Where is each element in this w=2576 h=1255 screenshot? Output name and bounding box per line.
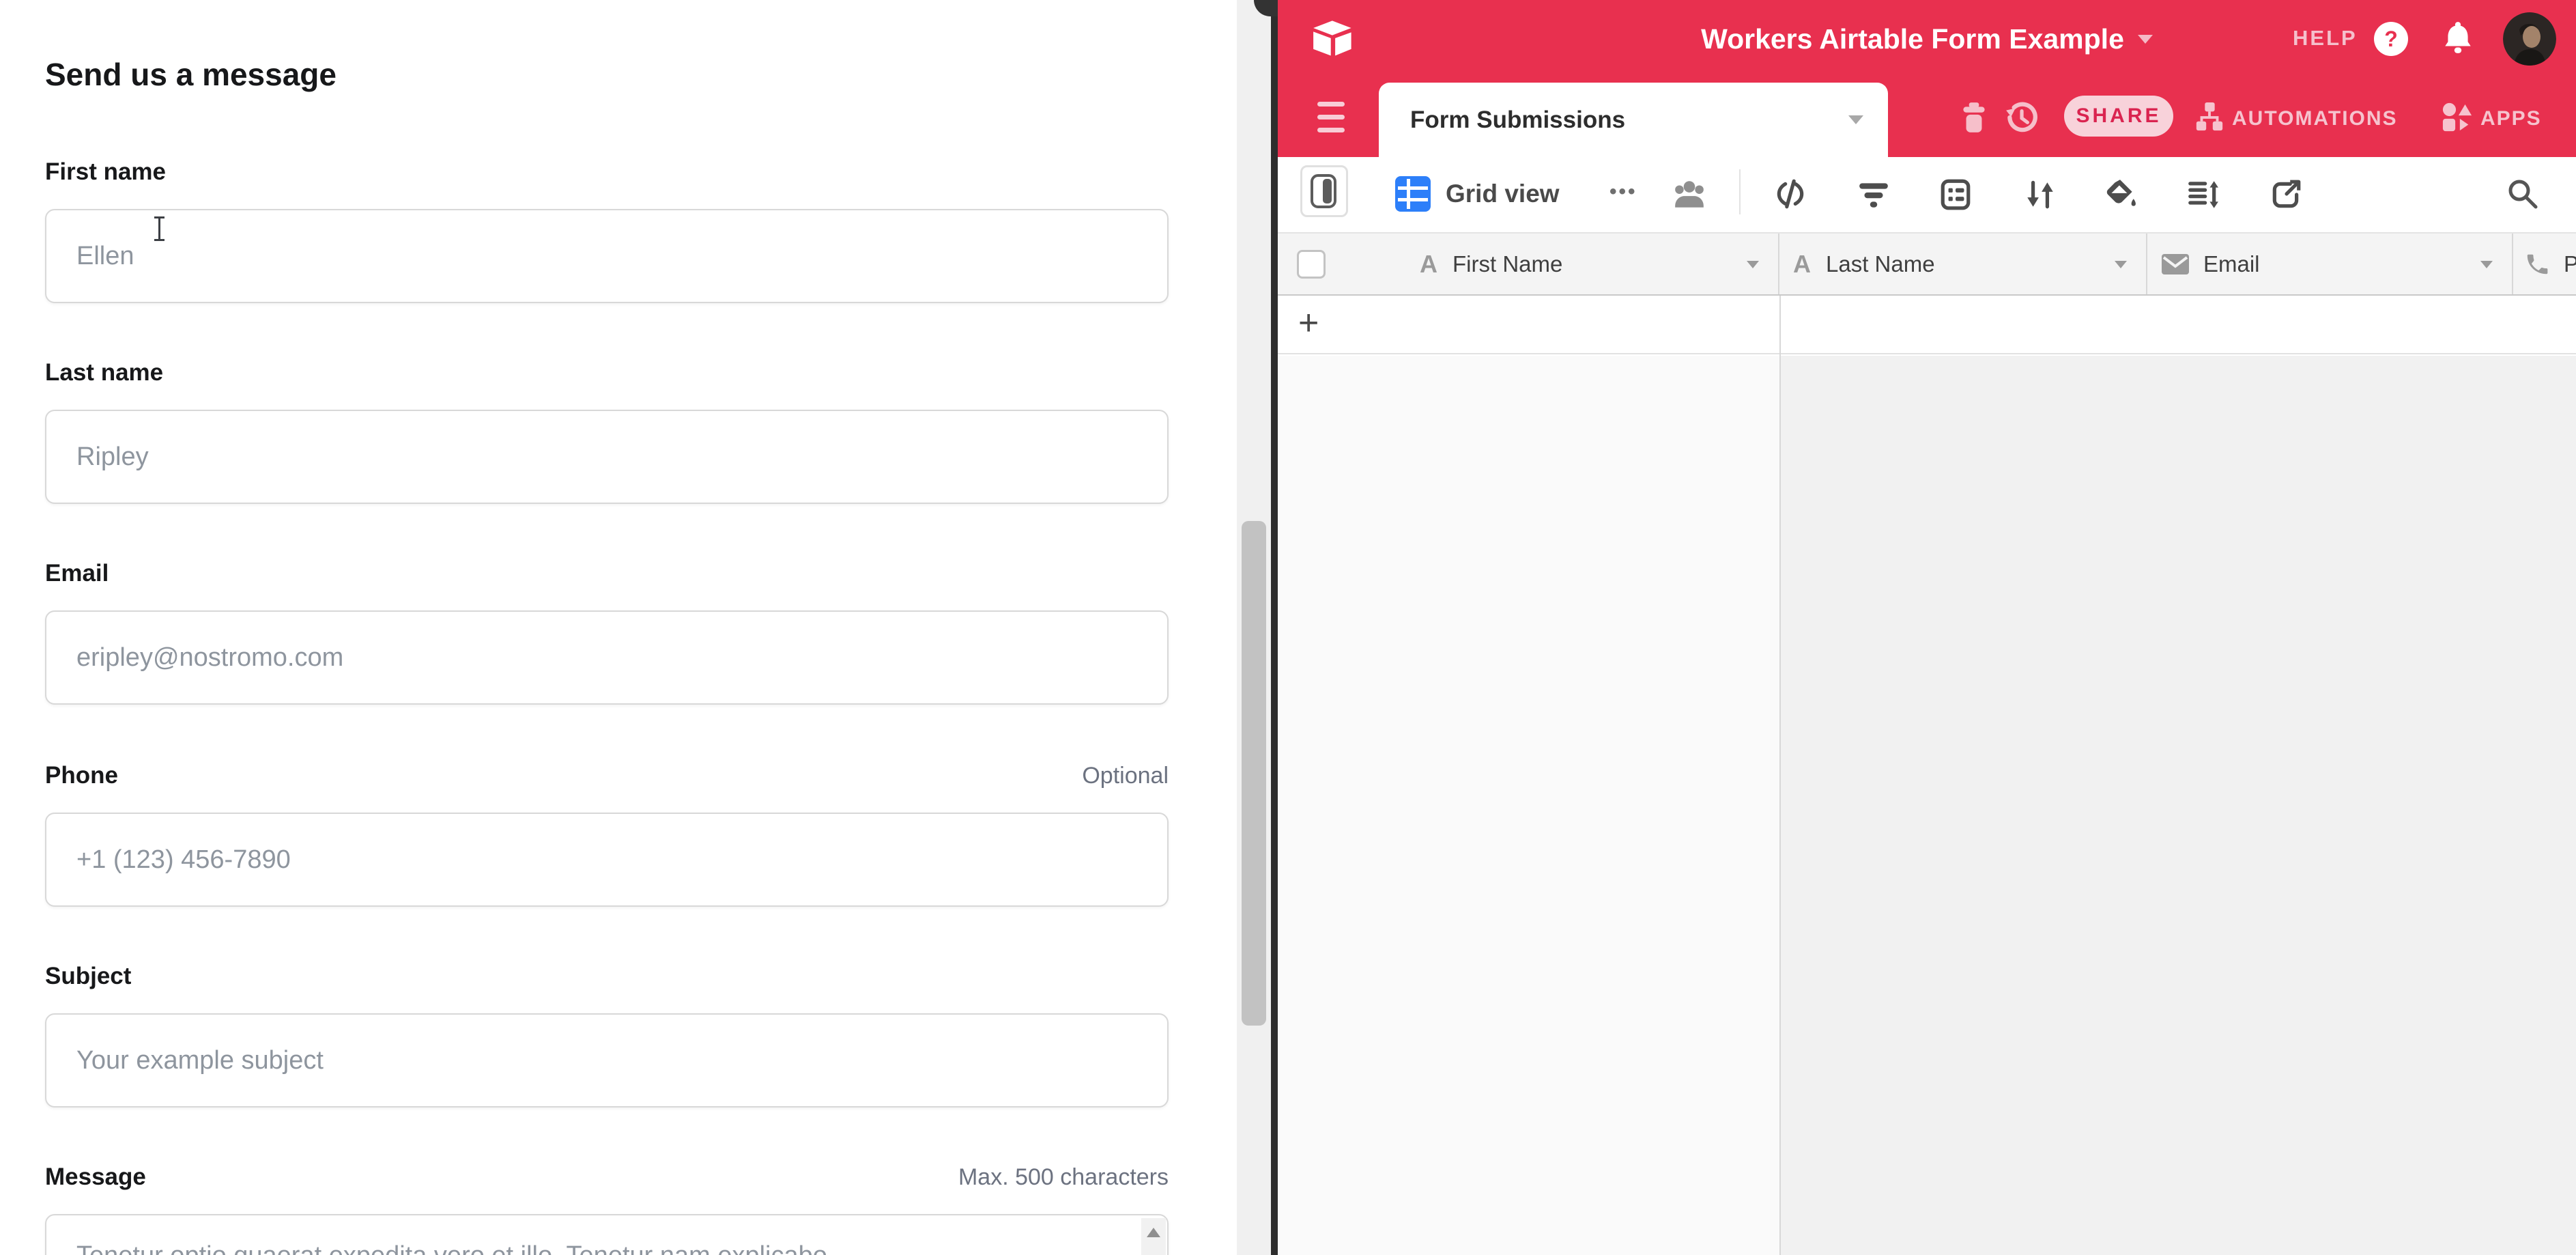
email-input[interactable] (45, 610, 1169, 705)
menu-hamburger-icon[interactable] (1317, 100, 1345, 135)
page-title: Send us a message (45, 56, 337, 93)
text-cursor-icon (152, 216, 167, 242)
collaborators-icon[interactable] (1672, 178, 1706, 212)
table-tab-form-submissions[interactable]: Form Submissions (1379, 83, 1888, 157)
field-group-subject: Subject (45, 963, 1169, 996)
first-name-label: First name (45, 158, 166, 186)
airtable-topbar: Workers Airtable Form Example HELP ? (1278, 0, 2576, 79)
page-scrollbar-thumb[interactable] (1242, 521, 1266, 1026)
email-field-icon (2161, 253, 2190, 276)
grid-add-row: + (1278, 296, 2576, 354)
apps-icon[interactable] (2442, 102, 2473, 133)
contact-form-pane: Send us a message First name Last name E… (0, 0, 1271, 1255)
share-button[interactable]: SHARE (2064, 96, 2173, 137)
email-label: Email (45, 560, 109, 587)
help-button[interactable]: HELP (2293, 26, 2358, 51)
user-avatar[interactable] (2503, 12, 2556, 66)
view-toolbar: Grid view ••• (1278, 157, 2576, 234)
toolbar-divider (1739, 169, 1741, 214)
field-group-first-name: First name (45, 158, 1169, 191)
apps-button[interactable]: APPS (2480, 107, 2542, 130)
trash-icon[interactable] (1957, 100, 1991, 135)
screen: Send us a message First name Last name E… (0, 0, 2576, 1255)
filter-icon[interactable] (1857, 178, 1891, 212)
subject-label: Subject (45, 963, 131, 990)
primary-column-divider (1779, 296, 1781, 1255)
airtable-pane: Workers Airtable Form Example HELP ? (1278, 0, 2576, 1255)
group-icon[interactable] (1938, 178, 1973, 212)
airtable-tabbar: Form Submissions SHARE (1278, 79, 2576, 157)
search-icon[interactable] (2505, 176, 2541, 212)
text-field-icon: A (1420, 250, 1437, 279)
message-textarea[interactable] (45, 1214, 1169, 1255)
phone-hint: Optional (1082, 763, 1169, 789)
panel-toggle-icon (1309, 173, 1339, 209)
column-header-first-name[interactable]: A First Name (1278, 234, 1779, 294)
sort-icon[interactable] (2023, 178, 2057, 212)
page-scrollbar-track[interactable] (1237, 0, 1271, 1255)
history-icon[interactable] (2004, 100, 2038, 135)
first-name-input[interactable] (45, 209, 1169, 303)
field-group-last-name: Last name (45, 359, 1169, 392)
row-height-icon[interactable] (2186, 178, 2220, 212)
phone-label: Phone (45, 762, 118, 789)
grid-body-primary-column (1278, 356, 1779, 1255)
chevron-down-icon (2138, 35, 2153, 44)
help-question-icon[interactable]: ? (2374, 22, 2408, 56)
view-options-ellipsis-button[interactable]: ••• (1609, 180, 1637, 203)
automations-button[interactable]: AUTOMATIONS (2232, 107, 2398, 130)
chevron-down-icon (1848, 115, 1863, 124)
base-title: Workers Airtable Form Example (1701, 23, 2124, 55)
textarea-scrollbar[interactable] (1141, 1218, 1166, 1255)
chevron-down-icon (1747, 261, 1759, 268)
pane-divider[interactable] (1271, 0, 1278, 1255)
color-icon[interactable] (2104, 178, 2138, 212)
share-view-icon[interactable] (2269, 178, 2303, 212)
grid-body-background (1781, 356, 2576, 1255)
last-name-label: Last name (45, 359, 163, 386)
toggle-view-sidebar-button[interactable] (1300, 165, 1348, 217)
phone-field-icon (2524, 251, 2550, 277)
chevron-down-icon (2115, 261, 2127, 268)
phone-input[interactable] (45, 813, 1169, 907)
column-header-last-name[interactable]: A Last Name (1781, 234, 2147, 294)
text-field-icon: A (1793, 250, 1811, 279)
field-group-phone: Phone Optional (45, 762, 1169, 795)
hide-fields-icon[interactable] (1773, 178, 1807, 212)
automations-icon[interactable] (2194, 102, 2225, 133)
notifications-bell-icon[interactable] (2440, 20, 2476, 56)
chevron-down-icon (2480, 261, 2493, 268)
message-label: Message (45, 1164, 146, 1191)
subject-input[interactable] (45, 1013, 1169, 1108)
field-group-email: Email (45, 560, 1169, 593)
grid-view-icon (1395, 176, 1431, 212)
column-header-phone[interactable]: Phone (2515, 234, 2576, 294)
last-name-input[interactable] (45, 410, 1169, 504)
grid-header-row: A First Name A Last Name Email (1278, 234, 2576, 296)
scroll-up-icon[interactable] (1147, 1228, 1160, 1237)
field-group-message: Message Max. 500 characters (45, 1164, 1169, 1196)
grid-view-button[interactable]: Grid view (1395, 176, 1560, 212)
column-header-email[interactable]: Email (2149, 234, 2513, 294)
add-row-button[interactable]: + (1298, 301, 1319, 345)
message-hint: Max. 500 characters (958, 1164, 1169, 1191)
avatar-photo (2503, 12, 2556, 66)
